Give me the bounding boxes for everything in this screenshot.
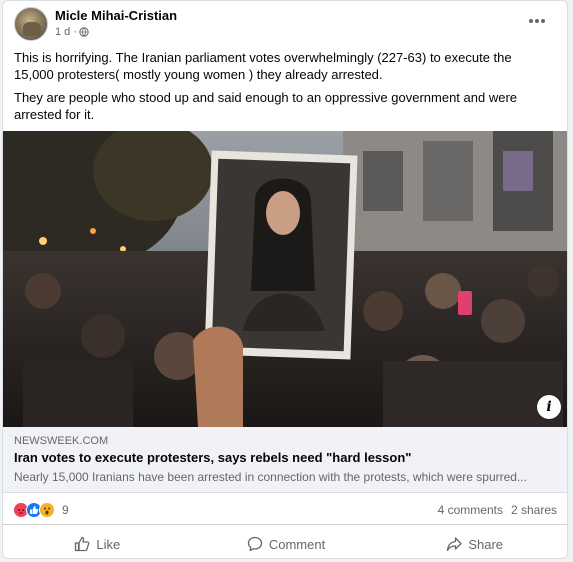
post-time[interactable]: 1 d · bbox=[55, 26, 77, 38]
info-icon[interactable]: i bbox=[537, 395, 561, 419]
post-paragraph-2: They are people who stood up and said en… bbox=[14, 90, 518, 122]
link-domain: NEWSWEEK.COM bbox=[14, 435, 109, 447]
protest-photo-image bbox=[3, 131, 567, 427]
globe-icon bbox=[79, 27, 89, 37]
share-button[interactable]: Share bbox=[380, 528, 567, 558]
wow-reaction-icon bbox=[39, 502, 55, 518]
reaction-summary[interactable]: 9 bbox=[13, 502, 69, 518]
share-icon bbox=[447, 537, 462, 552]
author-name[interactable]: Micle Mihai-Cristian bbox=[55, 8, 177, 23]
link-preview[interactable]: NEWSWEEK.COM Iran votes to execute prote… bbox=[3, 427, 567, 493]
comment-label: Comment bbox=[268, 536, 326, 552]
shares-count[interactable]: 2 shares bbox=[511, 503, 557, 517]
thumbs-up-icon bbox=[75, 536, 90, 552]
more-options-icon[interactable] bbox=[525, 11, 549, 31]
link-title[interactable]: Iran votes to execute protesters, says r… bbox=[14, 450, 411, 465]
reaction-count: 9 bbox=[62, 503, 69, 517]
post-meta: 1 d · bbox=[55, 26, 89, 38]
post-photo[interactable]: i bbox=[3, 131, 567, 427]
post-header: Micle Mihai-Cristian 1 d · bbox=[3, 1, 567, 45]
link-description: Nearly 15,000 Iranians have been arreste… bbox=[14, 470, 527, 484]
share-label: Share bbox=[468, 536, 504, 552]
like-label: Like bbox=[96, 536, 121, 552]
like-button[interactable]: Like bbox=[3, 528, 192, 558]
post-text: This is horrifying. The Iranian parliame… bbox=[14, 49, 554, 129]
facebook-post-card: Micle Mihai-Cristian 1 d · This is horri… bbox=[2, 0, 568, 559]
comment-icon bbox=[247, 536, 262, 552]
engagement-counts: 4 comments 2 shares bbox=[438, 503, 557, 517]
comments-count[interactable]: 4 comments bbox=[438, 503, 503, 517]
author-avatar[interactable] bbox=[14, 7, 48, 41]
post-actions: Like Comment Share bbox=[3, 528, 567, 558]
comment-button[interactable]: Comment bbox=[192, 528, 381, 558]
post-paragraph-1: This is horrifying. The Iranian parliame… bbox=[14, 50, 512, 82]
post-stats: 9 4 comments 2 shares bbox=[3, 495, 567, 525]
